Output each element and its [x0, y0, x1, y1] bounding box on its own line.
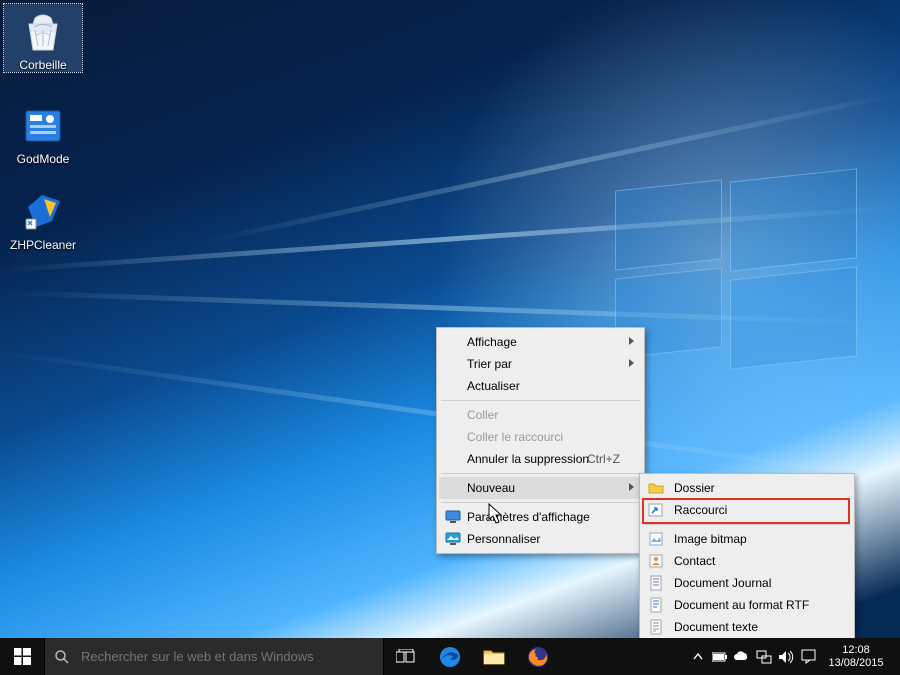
- ctx-item-coller-raccourci: Coller le raccourci: [439, 426, 642, 448]
- sub-item-contact[interactable]: Contact: [642, 550, 852, 572]
- ctx-item-label: Nouveau: [467, 481, 515, 495]
- shortcut-icon: [648, 502, 664, 518]
- tray-time: 12:08: [842, 644, 870, 657]
- zhpcleaner-icon: [19, 188, 67, 236]
- desktop[interactable]: Corbeille GodMode ZHPCleaner: [0, 0, 900, 638]
- sub-item-raccourci[interactable]: Raccourci: [642, 499, 852, 521]
- tray-volume-icon[interactable]: [775, 638, 797, 675]
- desktop-icon-label: ZHPCleaner: [4, 238, 82, 252]
- tray-battery-icon[interactable]: [709, 638, 731, 675]
- ctx-item-label: Coller: [467, 408, 498, 422]
- contact-icon: [648, 553, 664, 569]
- tray-show-hidden-icons[interactable]: [687, 638, 709, 675]
- ctx-item-annuler-suppression[interactable]: Annuler la suppression Ctrl+Z: [439, 448, 642, 470]
- task-view-icon: [396, 649, 416, 665]
- ctx-item-parametres-affichage[interactable]: Paramètres d'affichage: [439, 506, 642, 528]
- ctx-item-label: Trier par: [467, 357, 512, 371]
- wallpaper-windows-logo: [615, 175, 855, 355]
- ctx-item-label: Annuler la suppression: [467, 452, 589, 466]
- start-button[interactable]: [0, 638, 44, 675]
- control-panel-icon: [19, 102, 67, 150]
- chevron-right-icon: [629, 483, 634, 491]
- taskbar: 12:08 13/08/2015: [0, 638, 900, 675]
- firefox-icon: [526, 645, 550, 669]
- taskbar-search[interactable]: [44, 638, 384, 675]
- ctx-item-label: Contact: [674, 554, 715, 568]
- taskbar-app-edge[interactable]: [428, 638, 472, 675]
- ctx-item-label: Coller le raccourci: [467, 430, 563, 444]
- edge-icon: [438, 645, 462, 669]
- folder-icon: [648, 480, 664, 496]
- tray-onedrive-icon[interactable]: [731, 638, 753, 675]
- ctx-item-label: Document Journal: [674, 576, 771, 590]
- tray-network-icon[interactable]: [753, 638, 775, 675]
- ctx-item-actualiser[interactable]: Actualiser: [439, 375, 642, 397]
- tray-date: 13/08/2015: [828, 657, 883, 670]
- sub-item-document-journal[interactable]: Document Journal: [642, 572, 852, 594]
- sub-item-document-rtf[interactable]: Document au format RTF: [642, 594, 852, 616]
- taskbar-app-file-explorer[interactable]: [472, 638, 516, 675]
- chevron-right-icon: [629, 337, 634, 345]
- ctx-item-label: Actualiser: [467, 379, 520, 393]
- system-tray: 12:08 13/08/2015: [687, 638, 900, 675]
- chevron-right-icon: [629, 359, 634, 367]
- desktop-icon-recycle-bin[interactable]: Corbeille: [4, 4, 82, 72]
- ctx-item-nouveau[interactable]: Nouveau: [439, 477, 642, 499]
- taskbar-app-firefox[interactable]: [516, 638, 560, 675]
- rtf-icon: [648, 597, 664, 613]
- sub-item-image-bitmap[interactable]: Image bitmap: [642, 528, 852, 550]
- search-input[interactable]: [79, 648, 383, 665]
- menu-separator: [441, 502, 640, 503]
- ctx-item-affichage[interactable]: Affichage: [439, 331, 642, 353]
- file-explorer-icon: [482, 645, 506, 669]
- recycle-bin-icon: [19, 8, 67, 56]
- ctx-item-coller: Coller: [439, 404, 642, 426]
- txt-icon: [648, 619, 664, 635]
- task-view-button[interactable]: [384, 638, 428, 675]
- submenu-nouveau: Dossier Raccourci Image bitmap Contact: [639, 473, 855, 638]
- search-icon: [45, 649, 79, 665]
- menu-separator: [441, 400, 640, 401]
- ctx-item-label: Image bitmap: [674, 532, 747, 546]
- display-settings-icon: [445, 509, 461, 525]
- desktop-icon-godmode[interactable]: GodMode: [4, 98, 82, 166]
- tray-notifications-icon[interactable]: [797, 638, 819, 675]
- personalize-icon: [445, 531, 461, 547]
- ctx-item-label: Document texte: [674, 620, 758, 634]
- windows-logo-icon: [14, 648, 31, 665]
- desktop-icon-zhpcleaner[interactable]: ZHPCleaner: [4, 184, 82, 252]
- desktop-context-menu: Affichage Trier par Actualiser Coller Co…: [436, 327, 645, 554]
- menu-separator: [441, 473, 640, 474]
- bitmap-icon: [648, 531, 664, 547]
- ctx-item-label: Raccourci: [674, 503, 727, 517]
- sub-item-dossier[interactable]: Dossier: [642, 477, 852, 499]
- ctx-item-label: Dossier: [674, 481, 715, 495]
- ctx-item-trier[interactable]: Trier par: [439, 353, 642, 375]
- menu-separator: [644, 524, 850, 525]
- ctx-item-label: Paramètres d'affichage: [467, 510, 590, 524]
- desktop-icon-label: GodMode: [4, 152, 82, 166]
- tray-clock[interactable]: 12:08 13/08/2015: [819, 644, 893, 670]
- ctx-item-label: Personnaliser: [467, 532, 540, 546]
- ctx-item-label: Affichage: [467, 335, 517, 349]
- journal-icon: [648, 575, 664, 591]
- desktop-icon-label: Corbeille: [4, 58, 82, 72]
- ctx-item-label: Document au format RTF: [674, 598, 809, 612]
- ctx-item-personnaliser[interactable]: Personnaliser: [439, 528, 642, 550]
- sub-item-document-texte[interactable]: Document texte: [642, 616, 852, 638]
- ctx-item-shortcut: Ctrl+Z: [587, 452, 620, 466]
